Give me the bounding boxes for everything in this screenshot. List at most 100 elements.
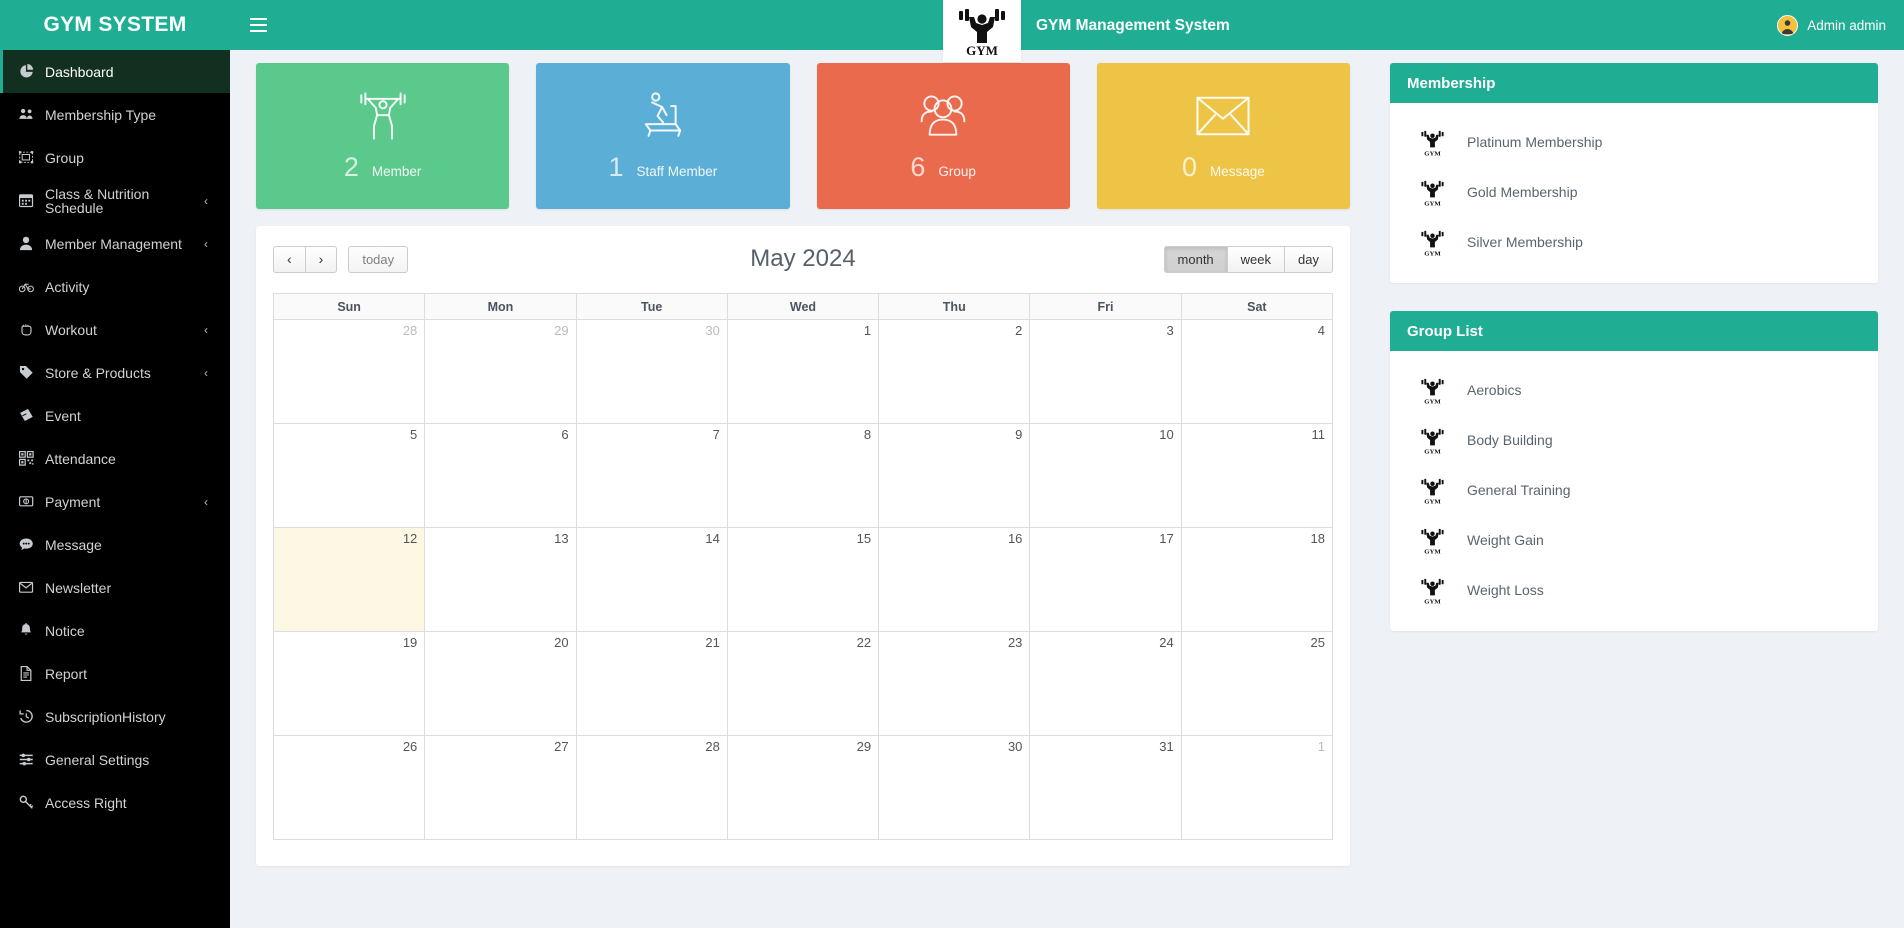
calendar-day-cell[interactable]: 5 bbox=[272, 423, 426, 528]
sidebar-item-report[interactable]: Report bbox=[0, 652, 230, 695]
calendar-day-cell[interactable]: 29 bbox=[726, 735, 880, 840]
calendar-day-cell[interactable]: 26 bbox=[272, 735, 426, 840]
calendar-day-cell[interactable]: 4 bbox=[1180, 319, 1334, 424]
calendar-next-button[interactable]: › bbox=[304, 245, 338, 273]
calendar-day-cell[interactable]: 16 bbox=[878, 527, 1031, 632]
sidebar-item-notice[interactable]: Notice bbox=[0, 609, 230, 652]
calendar-week-row: 12 13 14 15 16 17 18 bbox=[272, 527, 1334, 632]
stat-card-row: 2 Member 1 Staff Member 6 Group 0 Message bbox=[256, 63, 1350, 209]
gym-logo-icon: GYM bbox=[1420, 478, 1444, 505]
stat-card-staff-member[interactable]: 1 Staff Member bbox=[536, 63, 790, 209]
calendar-day-cell[interactable]: 25 bbox=[1180, 631, 1334, 736]
calendar-day-cell[interactable]: 24 bbox=[1029, 631, 1182, 736]
sidebar-item-access-right[interactable]: Access Right bbox=[0, 781, 230, 824]
group-list-panel: Group List GYM Aerobics GYM Body Building GY… bbox=[1390, 311, 1878, 631]
calendar-day-cell[interactable]: 27 bbox=[424, 735, 577, 840]
sidebar-item-class-nutrition-schedule[interactable]: Class & Nutrition Schedule ‹ bbox=[0, 179, 230, 222]
calendar-day-cell[interactable]: 18 bbox=[1180, 527, 1334, 632]
calendar-day-cell[interactable]: 29 bbox=[424, 319, 577, 424]
calendar-day-cell[interactable]: 15 bbox=[726, 527, 880, 632]
sidebar-item-label: Payment bbox=[45, 493, 101, 510]
gym-logo-badge: GYM bbox=[943, 0, 1021, 62]
calendar-day-cell[interactable]: 9 bbox=[878, 423, 1031, 528]
admin-user-menu[interactable]: Admin admin bbox=[1777, 0, 1886, 50]
sidebar-item-dashboard[interactable]: Dashboard bbox=[0, 50, 230, 93]
stat-card-member[interactable]: 2 Member bbox=[256, 63, 510, 209]
calendar-day-cell[interactable]: 6 bbox=[424, 423, 577, 528]
list-item[interactable]: GYM Body Building bbox=[1390, 415, 1878, 465]
gym-logo-icon: GYM bbox=[1407, 426, 1457, 455]
stat-card-icon bbox=[914, 87, 972, 145]
calendar-day-cell[interactable]: 12 bbox=[272, 527, 426, 632]
calendar-day-cell[interactable]: 8 bbox=[726, 423, 880, 528]
calendar-day-cell[interactable]: 10 bbox=[1029, 423, 1182, 528]
calendar-day-cell[interactable]: 17 bbox=[1029, 527, 1182, 632]
sidebar-item-label: Membership Type bbox=[45, 106, 157, 123]
brand-area: GYM SYSTEM bbox=[0, 0, 230, 50]
sidebar-item-payment[interactable]: Payment ‹ bbox=[0, 480, 230, 523]
calendar-day-cell[interactable]: 1 bbox=[726, 319, 880, 424]
calendar-week-row: 26 27 28 29 30 31 1 bbox=[272, 735, 1334, 840]
calendar-day-cell[interactable]: 2 bbox=[878, 319, 1031, 424]
calendar-day-cell[interactable]: 7 bbox=[575, 423, 728, 528]
sidebar-item-newsletter[interactable]: Newsletter bbox=[0, 566, 230, 609]
sidebar-item-label: Dashboard bbox=[45, 63, 114, 80]
calendar-day-cell[interactable]: 19 bbox=[272, 631, 426, 736]
list-item[interactable]: GYM Silver Membership bbox=[1390, 217, 1878, 267]
calendar-day-cell[interactable]: 30 bbox=[575, 319, 728, 424]
pie-chart-icon bbox=[19, 64, 45, 79]
sidebar-item-membership-type[interactable]: Membership Type bbox=[0, 93, 230, 136]
sidebar-item-store-products[interactable]: Store & Products ‹ bbox=[0, 351, 230, 394]
calendar-week-row: 5 6 7 8 9 10 11 bbox=[272, 423, 1334, 528]
calendar-day-cell[interactable]: 22 bbox=[726, 631, 880, 736]
calendar-day-cell[interactable]: 21 bbox=[575, 631, 728, 736]
sidebar-item-attendance[interactable]: Attendance bbox=[0, 437, 230, 480]
calendar-today-button[interactable]: today bbox=[348, 245, 409, 273]
envelope-icon bbox=[19, 580, 45, 595]
stat-card-message[interactable]: 0 Message bbox=[1096, 63, 1350, 209]
calendar-day-cell[interactable]: 3 bbox=[1029, 319, 1182, 424]
sidebar-item-label: Access Right bbox=[45, 794, 127, 811]
main-content: 2 Member 1 Staff Member 6 Group 0 Message ‹ › t bbox=[230, 50, 1904, 928]
sidebar-item-member-management[interactable]: Member Management ‹ bbox=[0, 222, 230, 265]
gym-logo-icon: GYM bbox=[1420, 230, 1444, 257]
calendar-day-cell[interactable]: 28 bbox=[272, 319, 426, 424]
list-item[interactable]: GYM Platinum Membership bbox=[1390, 117, 1878, 167]
sidebar-item-subscriptionhistory[interactable]: SubscriptionHistory bbox=[0, 695, 230, 738]
sidebar-item-general-settings[interactable]: General Settings bbox=[0, 738, 230, 781]
menu-toggle-button[interactable] bbox=[230, 0, 286, 50]
calendar-view-month-button[interactable]: month bbox=[1163, 245, 1228, 273]
sidebar-item-message[interactable]: Message bbox=[0, 523, 230, 566]
calendar-prev-button[interactable]: ‹ bbox=[273, 245, 306, 273]
list-item[interactable]: GYM Weight Loss bbox=[1390, 565, 1878, 615]
sidebar-item-event[interactable]: Event bbox=[0, 394, 230, 437]
calendar-day-cell[interactable]: 23 bbox=[878, 631, 1031, 736]
list-item[interactable]: GYM Gold Membership bbox=[1390, 167, 1878, 217]
calendar-day-cell[interactable]: 30 bbox=[878, 735, 1031, 840]
gym-logo-icon: GYM bbox=[1420, 180, 1444, 207]
list-item-label: Silver Membership bbox=[1467, 234, 1583, 250]
list-item[interactable]: GYM Weight Gain bbox=[1390, 515, 1878, 565]
calendar-day-cell[interactable]: 31 bbox=[1029, 735, 1182, 840]
sidebar-item-workout[interactable]: Workout ‹ bbox=[0, 308, 230, 351]
bell-icon bbox=[19, 623, 45, 638]
calendar-view-week-button[interactable]: week bbox=[1226, 245, 1286, 273]
list-item[interactable]: GYM Aerobics bbox=[1390, 365, 1878, 415]
svg-text:GYM: GYM bbox=[1424, 498, 1441, 504]
list-item[interactable]: GYM General Training bbox=[1390, 465, 1878, 515]
calendar-day-cell[interactable]: 1 bbox=[1180, 735, 1334, 840]
stat-card-group[interactable]: 6 Group bbox=[816, 63, 1070, 209]
sidebar-item-group[interactable]: Group bbox=[0, 136, 230, 179]
calendar-day-cell[interactable]: 11 bbox=[1180, 423, 1334, 528]
calendar-day-cell[interactable]: 13 bbox=[424, 527, 577, 632]
gym-logo-icon: GYM bbox=[959, 9, 1005, 57]
group-list: GYM Aerobics GYM Body Building GYM General Tr… bbox=[1390, 351, 1878, 631]
calendar-day-cell[interactable]: 28 bbox=[575, 735, 728, 840]
calendar-view-day-button[interactable]: day bbox=[1284, 245, 1333, 273]
sidebar-item-activity[interactable]: Activity bbox=[0, 265, 230, 308]
calendar-day-cell[interactable]: 14 bbox=[575, 527, 728, 632]
gym-logo-icon: GYM bbox=[1407, 228, 1457, 257]
calendar-day-cell[interactable]: 20 bbox=[424, 631, 577, 736]
list-item-label: Weight Gain bbox=[1467, 532, 1544, 548]
chevron-left-icon: ‹ bbox=[204, 322, 208, 337]
